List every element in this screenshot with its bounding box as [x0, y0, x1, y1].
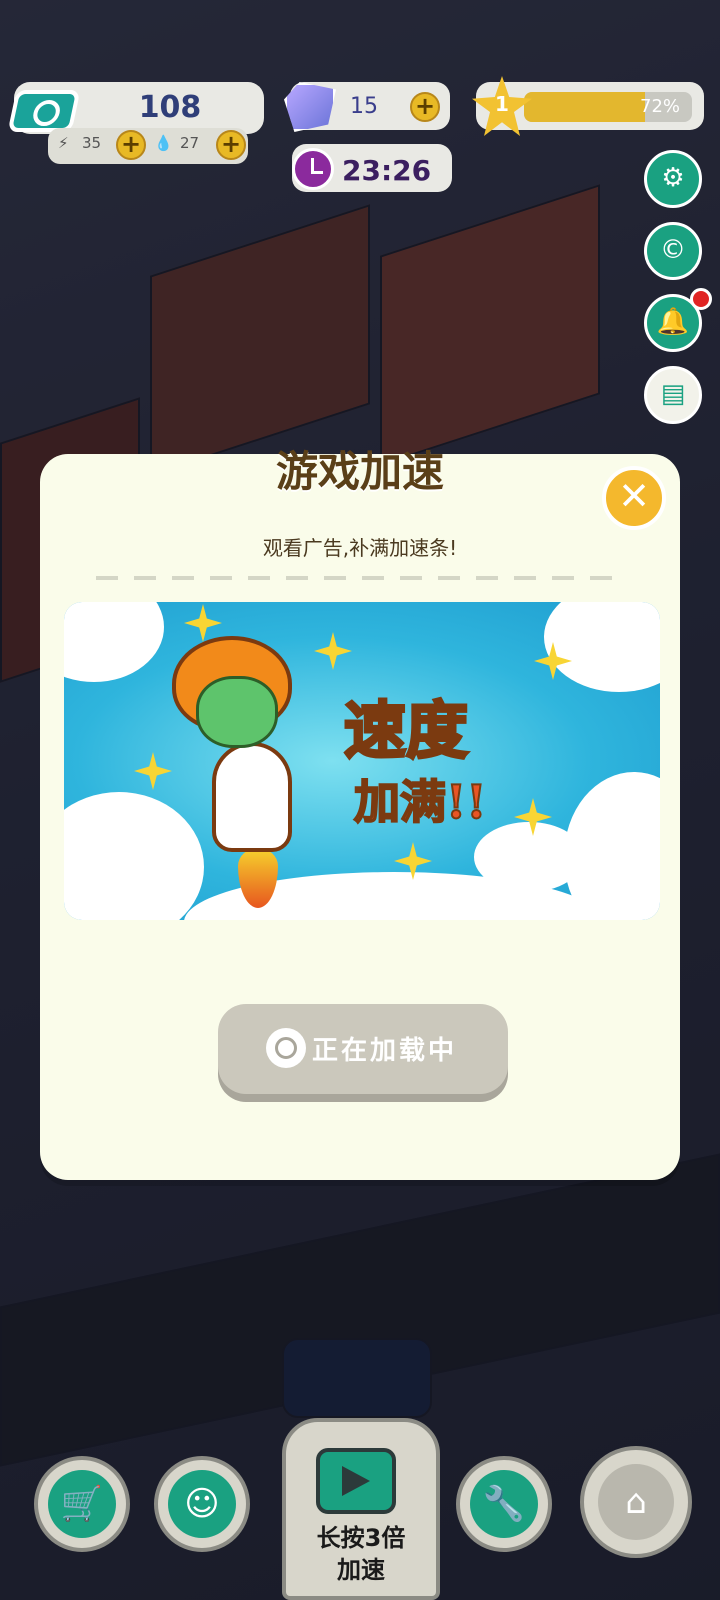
star-icon	[134, 752, 172, 790]
energy-value: 35	[82, 134, 102, 152]
bell-icon: 🔔	[656, 307, 690, 337]
add-gem-button[interactable]: +	[410, 92, 440, 122]
speedup-hold-label-line2: 加速	[337, 1556, 385, 1584]
cloud	[64, 792, 204, 920]
banner-text-speed: 速度	[342, 693, 469, 769]
clock-icon	[292, 148, 334, 190]
wrench-icon: 🔧	[470, 1470, 538, 1538]
water-drop-icon: 💧	[154, 134, 173, 152]
level-progress-fill	[524, 92, 645, 122]
star-icon	[184, 604, 222, 642]
banner-text-full: 加满!!	[353, 774, 487, 830]
speedup-hold-label: 长按3倍 加速	[282, 1522, 440, 1586]
c-button[interactable]: ©	[644, 222, 702, 280]
level-number: 1	[495, 92, 509, 116]
tools-button[interactable]: 🔧	[456, 1456, 552, 1552]
loading-icon	[266, 1028, 306, 1068]
notes-icon: ▤	[660, 379, 686, 409]
cash-icon	[7, 90, 81, 132]
notification-badge	[690, 288, 712, 310]
gem-value: 15	[350, 94, 378, 119]
star-icon	[314, 632, 352, 670]
notes-button[interactable]: ▤	[644, 366, 702, 424]
home-icon: ⌂	[598, 1464, 674, 1540]
speedup-hold-label-line1: 长按3倍	[316, 1524, 406, 1552]
water-value: 27	[180, 134, 200, 152]
home-button[interactable]: ⌂	[580, 1446, 692, 1558]
add-energy-button[interactable]: +	[116, 130, 146, 160]
dashed-divider	[96, 576, 626, 580]
shop-button[interactable]: 🛒	[34, 1456, 130, 1552]
cart-icon: 🛒	[48, 1470, 116, 1538]
gear-icon: ⚙	[661, 163, 685, 193]
smile-icon: ☺	[168, 1470, 236, 1538]
loading-label: 正在加载中	[312, 1036, 458, 1066]
add-water-button[interactable]: +	[216, 130, 246, 160]
c-icon: ©	[660, 235, 686, 265]
tv-fast-forward-icon	[316, 1448, 396, 1514]
settings-button[interactable]: ⚙	[644, 150, 702, 208]
lightning-icon: ⚡	[58, 134, 69, 152]
cloud	[64, 602, 164, 682]
level-percent: 72%	[640, 96, 681, 117]
close-button[interactable]: ✕	[602, 466, 666, 530]
dialog-subtitle: 观看广告,补满加速条!	[262, 536, 458, 560]
emoji-button[interactable]: ☺	[154, 1456, 250, 1552]
money-value: 108	[138, 90, 202, 125]
character-face	[196, 676, 278, 748]
rocket-body	[212, 742, 292, 852]
cloud	[474, 822, 584, 892]
cloud	[544, 602, 660, 692]
timer-value: 23:26	[342, 154, 432, 187]
ad-banner-image: 速度 加满!!	[64, 602, 660, 920]
